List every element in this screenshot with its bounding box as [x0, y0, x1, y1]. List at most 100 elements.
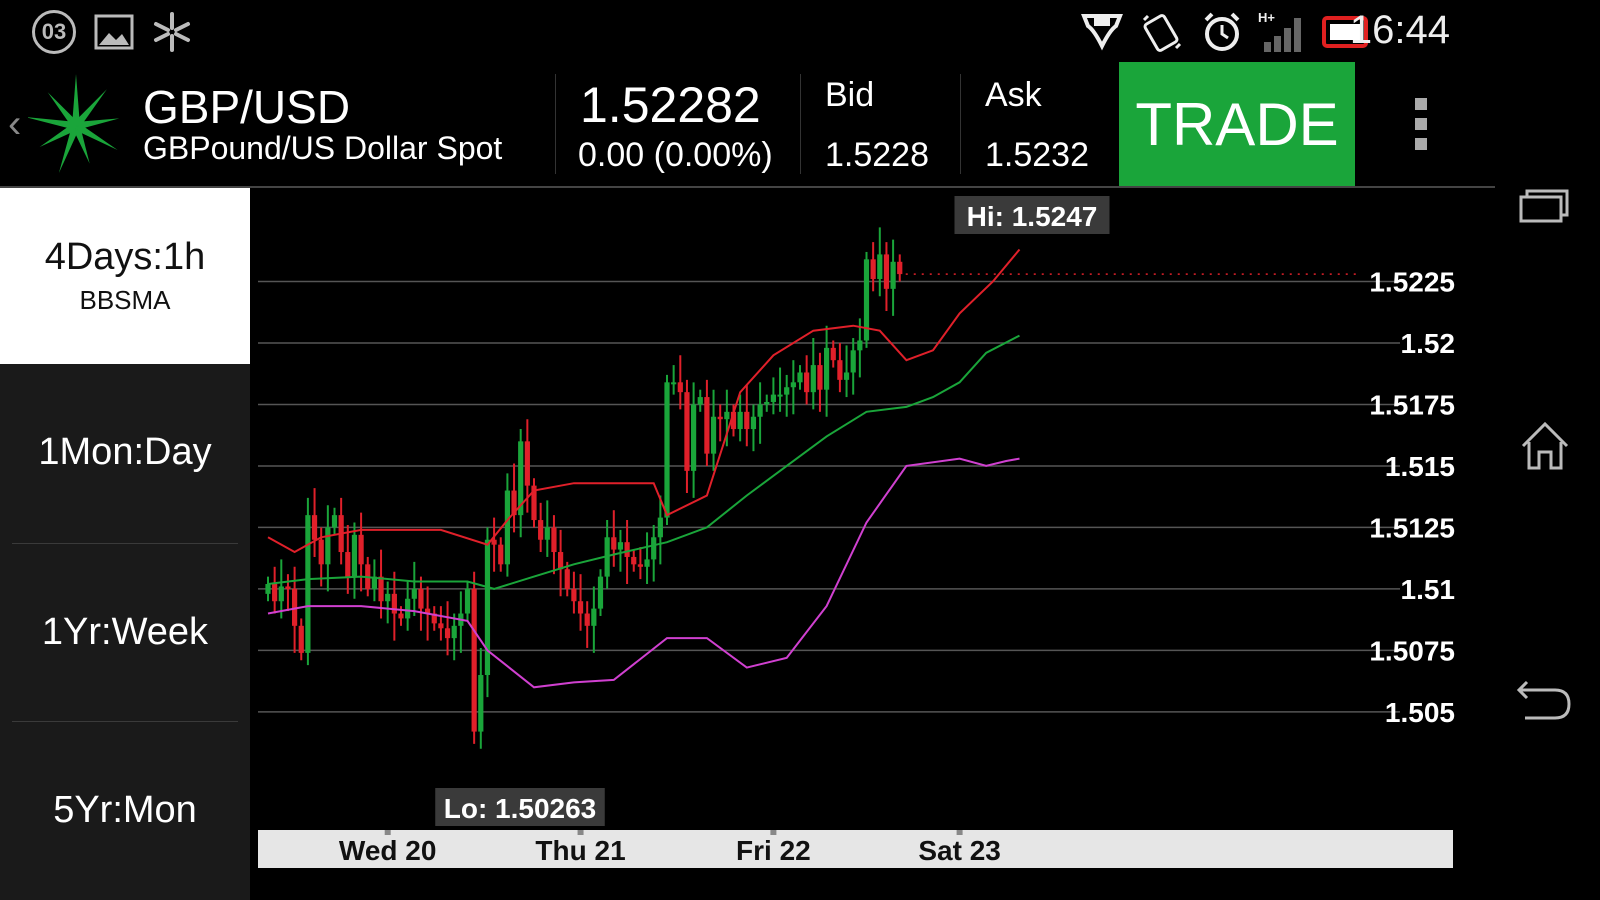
candle-body	[444, 628, 451, 639]
candle-body	[624, 542, 630, 557]
lo-label: Lo: 1.50263	[435, 788, 605, 826]
candle-body	[265, 584, 271, 594]
candle-body	[358, 534, 364, 565]
range-item-label: 5Yr:Mon	[53, 788, 197, 831]
range-1yr-week[interactable]: 1Yr:Week	[0, 544, 250, 720]
candle-body	[744, 411, 750, 430]
x-tick-label: Fri 22	[736, 835, 811, 866]
y-tick-label: 1.505	[1385, 697, 1455, 728]
candle-body	[418, 588, 424, 609]
candle-body	[331, 515, 338, 528]
candle-body	[538, 520, 544, 540]
y-tick-label: 1.5175	[1369, 389, 1455, 420]
range-5yr-mon[interactable]: 5Yr:Mon	[0, 722, 250, 898]
candle-body	[717, 416, 723, 420]
overflow-menu-icon[interactable]	[1415, 98, 1427, 150]
candle-body	[737, 411, 743, 430]
network-type-label: H+	[1258, 10, 1275, 25]
candle-body	[298, 625, 304, 653]
candle-body	[757, 404, 763, 417]
candle-body	[591, 608, 597, 626]
candle-body	[484, 539, 491, 676]
instrument-symbol: GBP/USD	[143, 81, 351, 133]
app-logo[interactable]	[24, 68, 124, 180]
candle-body	[843, 372, 850, 380]
candle-body	[897, 261, 903, 275]
candle-body	[285, 586, 291, 589]
candle-body	[697, 397, 703, 405]
range-item-label: 1Yr:Week	[41, 610, 209, 653]
x-axis-strip	[258, 830, 1453, 868]
candle-body	[784, 387, 790, 395]
candle-body	[837, 360, 843, 380]
candle-body	[325, 527, 331, 565]
y-tick-label: 1.5225	[1369, 266, 1455, 297]
candle-body	[451, 625, 457, 639]
candle-body	[857, 340, 863, 351]
price-chart[interactable]: 1.5225 1.52 1.5175 1.515 1.5125 1.51 1.5075 1.5…	[250, 188, 1495, 900]
candle-body	[438, 623, 444, 629]
candle-body	[524, 441, 530, 486]
candle-body	[877, 254, 883, 280]
candle-body	[551, 527, 557, 553]
candle-body	[691, 404, 697, 471]
x-tick-label: Wed 20	[339, 835, 437, 866]
back-icon[interactable]	[1515, 680, 1575, 724]
candle-body	[464, 588, 471, 614]
candle-body	[830, 347, 836, 361]
candle-body	[558, 552, 564, 570]
candle-body	[318, 539, 324, 565]
candle-body	[810, 365, 816, 393]
header-divider	[800, 74, 801, 174]
indicator-label: BBSMA	[79, 285, 171, 315]
candle-body	[504, 490, 510, 565]
candle-body	[797, 372, 803, 383]
candle-body	[790, 382, 796, 388]
y-tick-label: 1.5125	[1369, 512, 1455, 543]
range-4days-1h[interactable]: 4Days:1h BBSMA	[0, 188, 250, 364]
candle-body	[564, 569, 570, 589]
upper-bollinger-band	[267, 248, 1021, 554]
candle-body	[584, 613, 590, 626]
candle-body	[278, 586, 284, 602]
alarm-icon	[1200, 10, 1244, 54]
candle-body	[777, 394, 783, 397]
home-icon[interactable]	[1519, 420, 1571, 472]
candle-body	[764, 401, 770, 405]
candle-body	[824, 347, 830, 390]
candle-body	[617, 542, 624, 550]
header-divider	[555, 74, 556, 174]
y-tick-label: 1.5075	[1369, 635, 1455, 666]
candle-body	[571, 588, 577, 602]
candle-body	[471, 588, 477, 732]
ask-value: 1.5232	[985, 136, 1089, 174]
system-nav-bar	[1495, 0, 1600, 900]
range-item-label: 1Mon:Day	[38, 430, 212, 473]
instrument-header: ‹ GBP/USD GBPound/US Dollar Spot 1.52282…	[0, 62, 1495, 188]
candle-body	[750, 416, 757, 430]
y-tick-label: 1.51	[1401, 574, 1456, 605]
back-chevron-icon[interactable]: ‹	[8, 102, 21, 147]
x-tick-label: Sat 23	[918, 835, 1001, 866]
range-menu: 4Days:1h BBSMA 1Mon:Day 1Yr:Week 5Yr:Mon	[0, 188, 250, 900]
candle-body	[351, 534, 358, 577]
ask-label: Ask	[985, 76, 1042, 114]
candle-body	[657, 517, 663, 538]
lo-label-text: Lo: 1.50263	[444, 793, 597, 824]
candle-body	[637, 564, 643, 567]
hi-label-text: Hi: 1.5247	[967, 201, 1098, 232]
candle-body	[804, 372, 810, 393]
shield-icon	[1080, 10, 1124, 54]
candle-body	[544, 527, 550, 540]
recent-apps-icon[interactable]	[1517, 185, 1573, 225]
candle-body	[883, 254, 890, 289]
candle-body	[631, 556, 637, 565]
last-price: 1.52282	[580, 77, 761, 133]
status-bar: 03 H+ 16:44	[0, 0, 1600, 62]
range-1mon-day[interactable]: 1Mon:Day	[0, 364, 250, 540]
y-tick-label: 1.52	[1401, 328, 1456, 359]
trade-button[interactable]: TRADE	[1119, 62, 1355, 186]
candle-body	[664, 382, 670, 518]
candle-body	[378, 576, 384, 602]
candle-body	[890, 261, 896, 289]
